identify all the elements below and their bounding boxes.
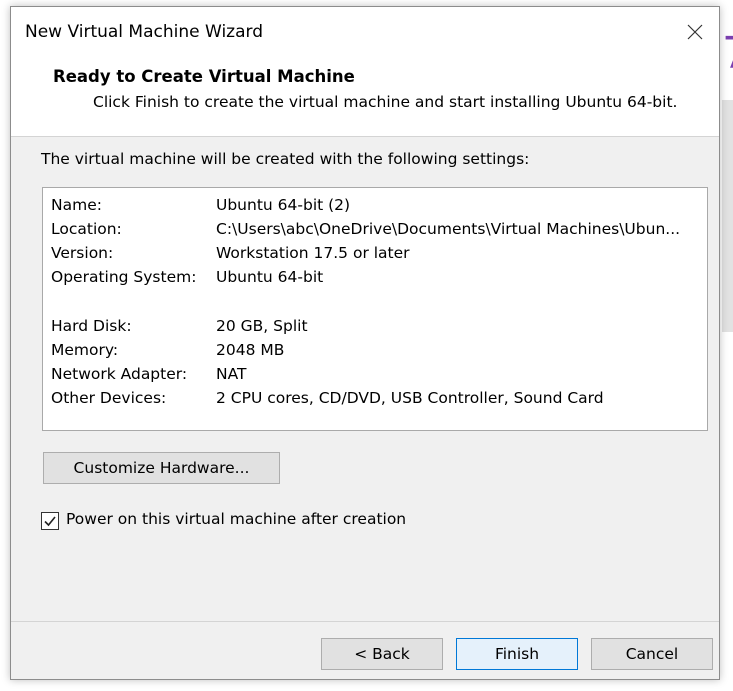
new-vm-wizard-dialog: New Virtual Machine Wizard Ready to Crea… [10,6,720,680]
setting-key: Network Adapter: [51,365,188,383]
setting-key: Other Devices: [51,389,167,407]
setting-key: Operating System: [51,268,197,286]
close-button[interactable] [677,15,713,49]
setting-key: Location: [51,220,122,238]
power-on-checkbox[interactable] [41,512,59,530]
setting-value: 2048 MB [216,341,285,359]
checkmark-icon [44,516,56,527]
setting-key: Memory: [51,341,119,359]
wizard-body: The virtual machine will be created with… [11,137,719,621]
setting-value: Workstation 17.5 or later [216,244,410,262]
close-icon [687,24,703,40]
wizard-footer: < Back Finish Cancel [11,622,719,679]
window-title: New Virtual Machine Wizard [25,22,263,42]
setting-key: Hard Disk: [51,317,132,335]
background-panel-fragment [722,100,733,332]
page-title: Ready to Create Virtual Machine [53,67,355,86]
setting-value: Ubuntu 64-bit (2) [216,196,351,214]
setting-value: NAT [216,365,247,383]
wizard-header: Ready to Create Virtual Machine Click Fi… [11,59,719,137]
setting-key: Name: [51,196,102,214]
settings-summary-box: Name: Ubuntu 64-bit (2) Location: C:\Use… [42,187,708,431]
title-bar: New Virtual Machine Wizard [11,7,719,59]
customize-hardware-button[interactable]: Customize Hardware... [43,452,280,484]
setting-value: C:\Users\abc\OneDrive\Documents\Virtual … [216,220,681,238]
power-on-label: Power on this virtual machine after crea… [66,510,407,528]
setting-value: 2 CPU cores, CD/DVD, USB Controller, Sou… [216,389,604,407]
intro-text: The virtual machine will be created with… [41,150,530,168]
finish-button[interactable]: Finish [456,638,578,670]
back-button[interactable]: < Back [321,638,443,670]
setting-key: Version: [51,244,114,262]
page-subtitle: Click Finish to create the virtual machi… [93,93,678,111]
setting-value: Ubuntu 64-bit [216,268,324,286]
cancel-button[interactable]: Cancel [591,638,713,670]
background-logo-fragment: 7 [722,28,733,79]
setting-value: 20 GB, Split [216,317,308,335]
